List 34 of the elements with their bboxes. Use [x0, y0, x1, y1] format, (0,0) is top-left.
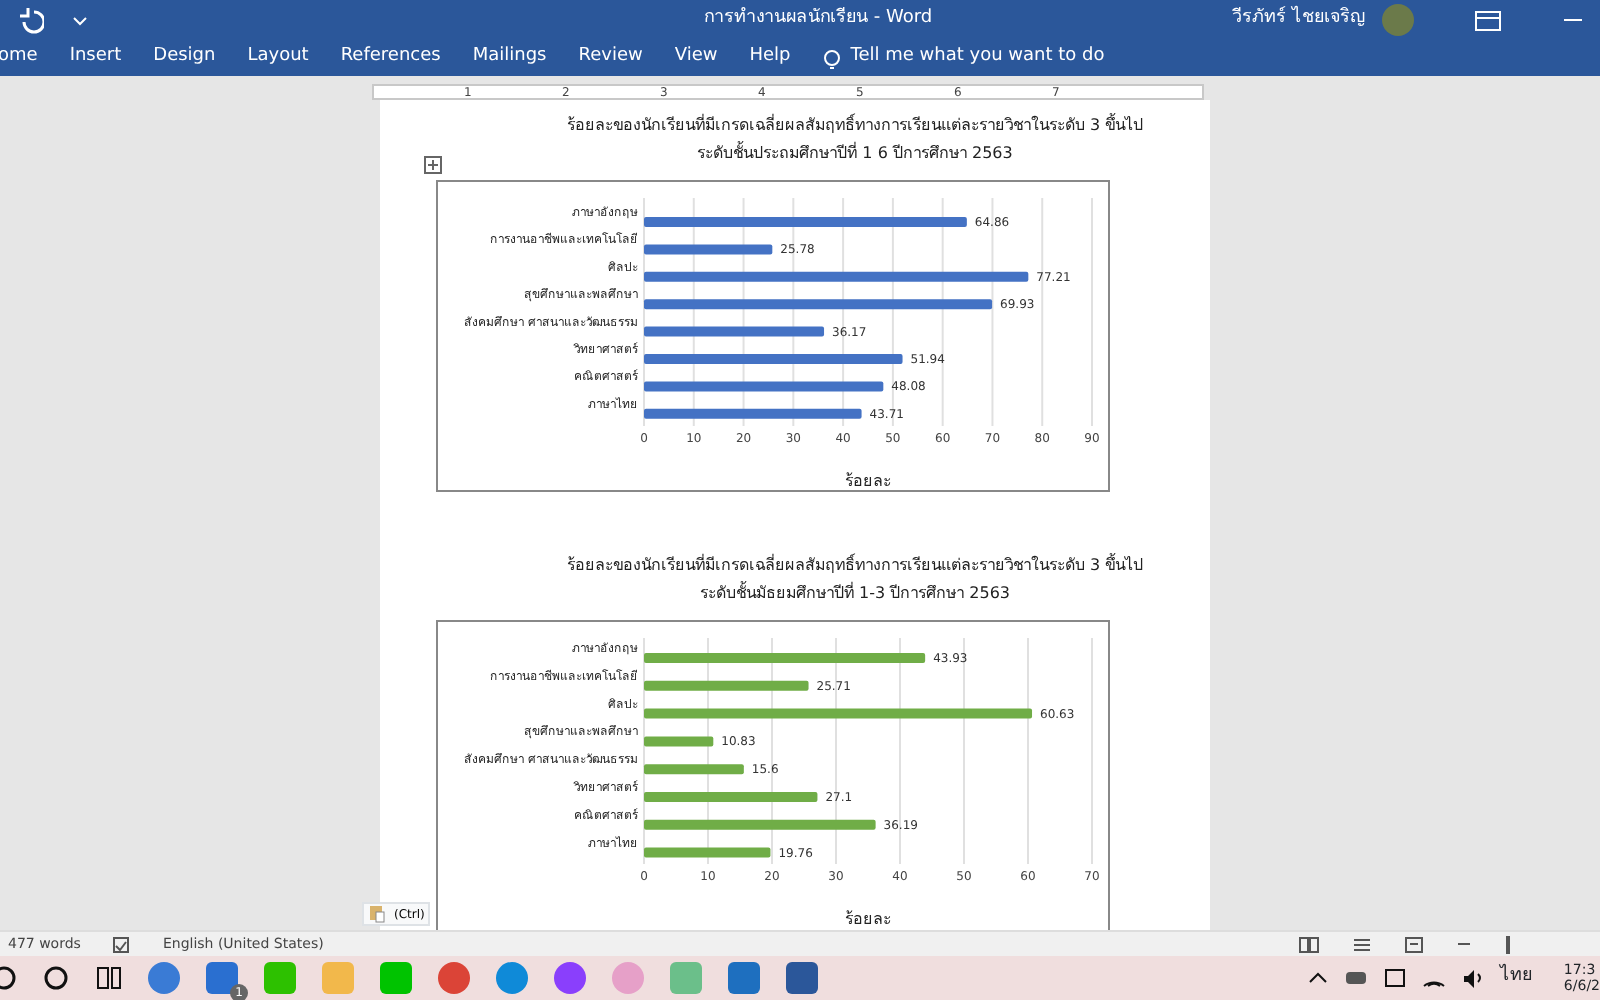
input-language[interactable]: ไทย	[1499, 964, 1532, 992]
chart-heading: ร้อยละของนักเรียนที่มีเกรดเฉลี่ยผลสัมฤทธิ์ทางการเรียนแต่ละรายวิชาในระดับ 3 ขึ้นไป	[564, 112, 1146, 138]
table-move-handle-icon[interactable]	[424, 156, 442, 174]
volume-icon[interactable]	[1461, 968, 1484, 988]
window-title: การทำงานผลนักเรียน - Word	[704, 6, 933, 33]
search-icon[interactable]	[0, 962, 16, 994]
web-layout-icon[interactable]	[1404, 935, 1424, 953]
axis-title: ร้อยละ	[845, 472, 891, 490]
ribbon-tab[interactable]: Review	[578, 44, 643, 72]
ribbon-display-icon[interactable]	[1474, 7, 1502, 33]
ribbon-tab[interactable]: Insert	[69, 44, 122, 72]
lightbulb-icon	[822, 47, 843, 69]
print-layout-icon[interactable]	[1352, 935, 1372, 953]
ribbon-tab[interactable]: Layout	[247, 44, 309, 72]
axis-title: ร้อยละ	[845, 910, 891, 928]
read-mode-icon[interactable]	[1298, 935, 1320, 953]
proofing-icon[interactable]	[112, 935, 131, 953]
ribbon-tab[interactable]: View	[674, 44, 718, 72]
task-view-icon[interactable]	[96, 962, 122, 994]
chart-heading: ระดับชั้นมัธยมศึกษาปีที่ 1-3 ปีการศึกษา 2563	[697, 580, 1013, 606]
ribbon-tab[interactable]: Design	[153, 44, 216, 72]
chart-heading: ระดับชั้นประถมศึกษาปีที่ 1 6 ปีการศึกษา 2563	[695, 140, 1015, 166]
network-icon[interactable]	[1383, 968, 1406, 988]
zoom-slider-icon[interactable]	[1504, 935, 1512, 953]
chevron-up-icon[interactable]	[1307, 970, 1328, 986]
user-name[interactable]: วีรภัทร์ ไชยเจริญ	[1232, 6, 1366, 34]
tell-me-field[interactable]: Tell me what you want to do	[850, 44, 1131, 72]
dropdown-icon[interactable]	[72, 14, 88, 26]
undo-icon[interactable]	[16, 6, 44, 34]
ribbon-tab[interactable]: Help	[749, 44, 791, 72]
chart-heading: ร้อยละของนักเรียนที่มีเกรดเฉลี่ยผลสัมฤทธิ์ทางการเรียนแต่ละรายวิชาในระดับ 3 ขึ้นไป	[564, 552, 1146, 578]
ribbon-tab[interactable]: References	[340, 44, 441, 72]
cortana-icon[interactable]	[42, 962, 70, 994]
ribbon-tab[interactable]: Mailings	[472, 44, 547, 72]
